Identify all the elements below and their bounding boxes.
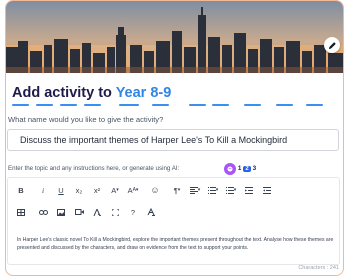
superscript-button[interactable]: x²	[88, 183, 106, 197]
indent-button[interactable]	[258, 183, 276, 197]
editor-toolbar-row-1: B i U x₂ x² A ▾ A A▾ ☺ ¶ ▾ ▾ ▾ ▾	[8, 183, 276, 197]
character-count: Characters : 241	[298, 265, 339, 271]
class-name: Year 8-9	[115, 85, 172, 101]
ordered-list-button[interactable]: ▾	[204, 183, 222, 197]
add-activity-card: Add activity to Year 8-9 What name would…	[5, 0, 344, 276]
special-char-icon	[147, 208, 155, 216]
link-icon	[38, 209, 48, 215]
bold-button[interactable]: B	[8, 183, 34, 197]
italic-button[interactable]: i	[34, 183, 52, 197]
fullscreen-icon	[111, 208, 119, 216]
edit-banner-button[interactable]	[324, 37, 340, 53]
chevron-down-icon: ▾	[215, 187, 219, 193]
insert-table-button[interactable]	[8, 205, 34, 219]
align-left-icon	[189, 186, 198, 194]
decorative-divider	[12, 104, 323, 106]
ordered-list-icon	[207, 186, 216, 194]
topic-prompt-label: Enter the topic and any instructions her…	[8, 165, 180, 172]
align-button[interactable]: ▾	[186, 183, 204, 197]
editor-content[interactable]: In Harper Lee's classic novel To Kill a …	[17, 236, 339, 252]
ai-version-3[interactable]: 3	[253, 166, 256, 172]
font-size-icon: A▾	[132, 187, 139, 193]
font-color-button[interactable]: A ▾	[106, 183, 124, 197]
rich-text-editor[interactable]: B i U x₂ x² A ▾ A A▾ ☺ ¶ ▾ ▾ ▾ ▾ ? In Ha…	[7, 177, 340, 265]
bullet-list-button[interactable]: ▾	[222, 183, 240, 197]
chevron-down-icon: ▾	[233, 187, 237, 193]
table-icon	[17, 208, 25, 216]
insert-image-button[interactable]	[52, 205, 70, 219]
special-character-button[interactable]	[142, 205, 160, 219]
chevron-down-icon: ▾	[177, 187, 181, 193]
ai-version-2[interactable]: 2	[243, 165, 251, 172]
ai-generate-control[interactable]: 1 2 3	[224, 162, 256, 175]
help-button[interactable]: ?	[124, 205, 142, 219]
clear-format-button[interactable]	[88, 205, 106, 219]
edit-icon	[328, 41, 336, 49]
activity-name-input[interactable]: Discuss the important themes of Harper L…	[7, 129, 339, 151]
clear-format-icon	[93, 208, 101, 216]
ai-version-1[interactable]: 1	[238, 166, 241, 172]
indent-icon	[263, 186, 271, 194]
outdent-button[interactable]	[240, 183, 258, 197]
insert-link-button[interactable]	[34, 205, 52, 219]
underline-button[interactable]: U	[52, 183, 70, 197]
video-icon	[74, 209, 84, 215]
editor-toolbar-row-2: ?	[8, 205, 160, 219]
subscript-button[interactable]: x₂	[70, 183, 88, 197]
emoji-icon[interactable]: ☺	[142, 183, 168, 197]
insert-video-button[interactable]	[70, 205, 88, 219]
ai-assistant-icon[interactable]	[224, 162, 236, 175]
bullet-list-icon	[225, 186, 234, 194]
fullscreen-button[interactable]	[106, 205, 124, 219]
name-question-label: What name would you like to give the act…	[8, 115, 164, 124]
chevron-down-icon: ▾	[197, 187, 201, 193]
page-title: Add activity to Year 8-9	[12, 85, 171, 101]
outdent-icon	[245, 186, 253, 194]
paragraph-button[interactable]: ¶ ▾	[168, 183, 186, 197]
chevron-down-icon: ▾	[116, 187, 119, 193]
city-skyline-image	[6, 1, 343, 73]
font-size-button[interactable]: A A▾	[124, 183, 142, 197]
banner-image	[6, 1, 343, 73]
title-prefix: Add activity to	[12, 85, 112, 101]
image-icon	[57, 208, 65, 216]
